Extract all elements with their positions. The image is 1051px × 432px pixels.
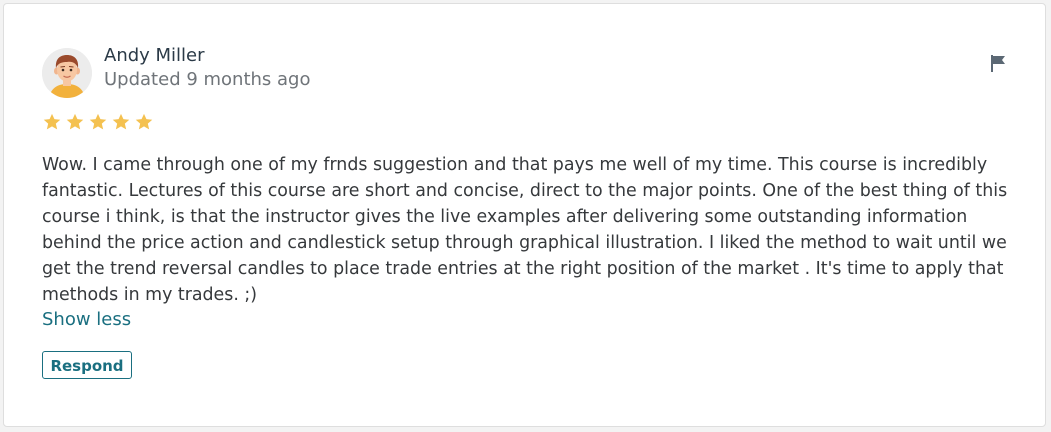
updated-time: Updated 9 months ago: [104, 69, 311, 90]
show-less-link[interactable]: Show less: [42, 308, 131, 332]
respond-button[interactable]: Respond: [42, 351, 132, 379]
star-rating: [42, 112, 154, 132]
star-icon: [111, 112, 131, 132]
star-icon: [65, 112, 85, 132]
star-icon: [42, 112, 62, 132]
review-line: get the trend reversal candles to place …: [42, 259, 1004, 279]
review-line: methods in my trades. ;): [42, 285, 258, 305]
star-icon: [88, 112, 108, 132]
review-text: Wow. I came through one of my frnds sugg…: [42, 152, 1022, 308]
flag-icon[interactable]: [986, 52, 1010, 76]
review-card: Andy Miller Updated 9 months ago Wow. I …: [3, 3, 1046, 427]
star-icon: [134, 112, 154, 132]
review-line: fantastic. Lectures of this course are s…: [42, 181, 1008, 201]
author-name: Andy Miller: [104, 45, 205, 66]
review-line: behind the price action and candlestick …: [42, 233, 1007, 253]
review-line: course i think, is that the instructor g…: [42, 207, 968, 227]
review-line: Wow. I came through one of my frnds sugg…: [42, 155, 988, 175]
avatar: [42, 48, 92, 98]
